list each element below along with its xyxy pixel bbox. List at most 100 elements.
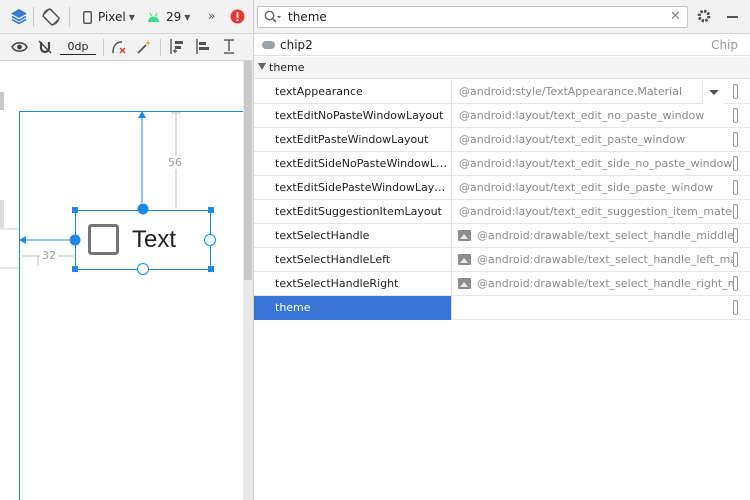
chip-icon xyxy=(262,41,275,49)
resource-picker-button[interactable] xyxy=(733,84,738,99)
attribute-value: @android:style/TextAppearance.Material xyxy=(459,85,683,98)
attribute-value-cell[interactable] xyxy=(451,296,738,320)
clear-icon[interactable]: ✕ xyxy=(670,10,681,24)
magnet-off-icon[interactable] xyxy=(37,39,53,55)
attribute-name: textAppearance xyxy=(275,85,363,98)
attribute-row-selected[interactable]: theme xyxy=(254,296,750,320)
attribute-row[interactable]: textEditNoPasteWindowLayout @android:lay… xyxy=(254,104,750,128)
clear-constraints-icon[interactable] xyxy=(111,39,127,55)
widget-text: Text xyxy=(132,226,177,253)
attribute-value: @android:layout/text_edit_no_paste_windo… xyxy=(459,109,705,122)
attribute-value-cell[interactable]: @android:drawable/text_select_handle_mid… xyxy=(451,224,738,248)
attribute-name: textEditSidePasteWindowLayout xyxy=(275,181,450,194)
minimize-icon[interactable] xyxy=(727,16,738,18)
image-icon xyxy=(458,230,471,241)
design-toolbar-bottom: 0dp xyxy=(0,34,253,61)
attribute-name: textEditSideNoPasteWindowLay... xyxy=(275,157,450,170)
component-id: chip2 xyxy=(280,38,313,52)
attribute-name: theme xyxy=(275,301,311,314)
component-header: chip2 Chip xyxy=(254,34,750,56)
attribute-value-cell[interactable]: @android:style/TextAppearance.Material xyxy=(451,80,738,104)
phone-icon xyxy=(83,10,92,24)
attribute-row[interactable]: textEditSidePasteWindowLayout @android:l… xyxy=(254,176,750,200)
attribute-value-cell[interactable]: @android:layout/text_edit_paste_window xyxy=(451,128,738,152)
resource-picker-button[interactable] xyxy=(733,228,738,243)
attribute-value-cell[interactable]: @android:drawable/text_select_handle_rig… xyxy=(451,272,738,296)
android-icon xyxy=(148,12,159,22)
resource-picker-button[interactable] xyxy=(733,204,738,219)
resource-picker-button[interactable] xyxy=(733,276,738,291)
attribute-list: textAppearance @android:style/TextAppear… xyxy=(254,80,750,320)
attribute-value-cell[interactable]: @android:layout/text_edit_side_no_paste_… xyxy=(451,152,738,176)
dimension-top-label: 56 xyxy=(168,156,182,169)
search-field[interactable]: ✕ xyxy=(257,6,688,28)
chevron-down-icon: ▼ xyxy=(128,12,135,22)
dropdown-arrow-icon[interactable] xyxy=(702,80,724,104)
section-header-theme[interactable]: theme xyxy=(254,57,750,79)
overflow-icon[interactable]: » xyxy=(208,9,215,23)
canvas-vertical-scrollbar[interactable] xyxy=(243,61,253,500)
attribute-value: @android:layout/text_edit_suggestion_ite… xyxy=(459,205,737,218)
default-margin-value[interactable]: 0dp xyxy=(60,39,96,55)
attribute-row[interactable]: textSelectHandleRight @android:drawable/… xyxy=(254,272,750,296)
rotate-device-icon[interactable] xyxy=(41,7,61,27)
magic-wand-icon[interactable] xyxy=(136,39,152,55)
attribute-name: textSelectHandleLeft xyxy=(275,253,391,266)
attribute-name: textSelectHandle xyxy=(275,229,370,242)
expand-arrow-icon[interactable] xyxy=(258,63,266,70)
eye-icon[interactable] xyxy=(11,40,28,54)
image-icon xyxy=(458,278,471,289)
attribute-value: @android:drawable/text_select_handle_mid… xyxy=(477,229,738,242)
api-level-label: 29 xyxy=(166,10,182,24)
search-icon xyxy=(264,10,281,27)
design-toolbar-top: Pixel ▼ 29 ▼ » xyxy=(0,0,253,34)
attribute-value: @android:layout/text_edit_side_no_paste_… xyxy=(459,157,733,170)
attributes-panel: ✕ chip2 Chip theme textAppearance @andro… xyxy=(254,0,750,500)
device-label: Pixel xyxy=(98,10,126,24)
attribute-name: textSelectHandleRight xyxy=(275,277,399,290)
gear-icon[interactable] xyxy=(696,8,712,27)
resource-picker-button[interactable] xyxy=(733,180,738,195)
resource-picker-button[interactable] xyxy=(733,156,738,171)
attribute-value: @android:drawable/text_select_handle_rig… xyxy=(477,277,738,290)
attribute-value-cell[interactable]: @android:layout/text_edit_no_paste_windo… xyxy=(451,104,738,128)
attribute-row[interactable]: textEditSideNoPasteWindowLay... @android… xyxy=(254,152,750,176)
attribute-row[interactable]: textSelectHandleLeft @android:drawable/t… xyxy=(254,248,750,272)
attributes-search-bar: ✕ xyxy=(254,0,750,34)
pack-icon[interactable] xyxy=(169,38,185,55)
resource-picker-button[interactable] xyxy=(733,252,738,267)
api-selector[interactable]: 29 ▼ xyxy=(147,10,190,24)
image-icon xyxy=(458,254,471,265)
attribute-value-cell[interactable]: @android:layout/text_edit_suggestion_ite… xyxy=(451,200,738,224)
resource-picker-button[interactable] xyxy=(733,108,738,123)
attribute-name: textEditSuggestionItemLayout xyxy=(275,205,442,218)
attribute-value-cell[interactable]: @android:layout/text_edit_side_paste_win… xyxy=(451,176,738,200)
attribute-value: @android:layout/text_edit_side_paste_win… xyxy=(459,181,714,194)
component-class: Chip xyxy=(711,38,738,52)
design-canvas[interactable]: 56 32 Text xyxy=(0,61,243,500)
section-title: theme xyxy=(269,61,305,74)
error-icon[interactable] xyxy=(230,9,245,24)
attribute-row[interactable]: textEditPasteWindowLayout @android:layou… xyxy=(254,128,750,152)
resource-picker-button[interactable] xyxy=(733,132,738,147)
attribute-value: @android:layout/text_edit_paste_window xyxy=(459,133,686,146)
attribute-name: textEditPasteWindowLayout xyxy=(275,133,429,146)
align-icon[interactable] xyxy=(195,38,211,55)
attribute-row[interactable]: textSelectHandle @android:drawable/text_… xyxy=(254,224,750,248)
attribute-value-cell[interactable]: @android:drawable/text_select_handle_lef… xyxy=(451,248,738,272)
attribute-value: @android:drawable/text_select_handle_lef… xyxy=(477,253,738,266)
resource-picker-button[interactable] xyxy=(733,300,738,315)
design-panel: Pixel ▼ 29 ▼ » 0dp 56 32 Text xyxy=(0,0,254,500)
chevron-down-icon: ▼ xyxy=(184,12,191,22)
scrollbar-thumb[interactable] xyxy=(244,61,252,280)
checkbox-icon xyxy=(89,225,118,254)
dimension-left-label: 32 xyxy=(40,249,58,262)
guidelines-icon[interactable] xyxy=(221,38,237,55)
layers-icon[interactable] xyxy=(9,7,29,27)
attribute-name: textEditNoPasteWindowLayout xyxy=(275,109,444,122)
attribute-row[interactable]: textAppearance @android:style/TextAppear… xyxy=(254,80,750,104)
attribute-row[interactable]: textEditSuggestionItemLayout @android:la… xyxy=(254,200,750,224)
search-input[interactable] xyxy=(288,9,658,25)
selected-widget[interactable]: Text xyxy=(76,211,210,269)
device-selector[interactable]: Pixel ▼ xyxy=(83,10,135,24)
